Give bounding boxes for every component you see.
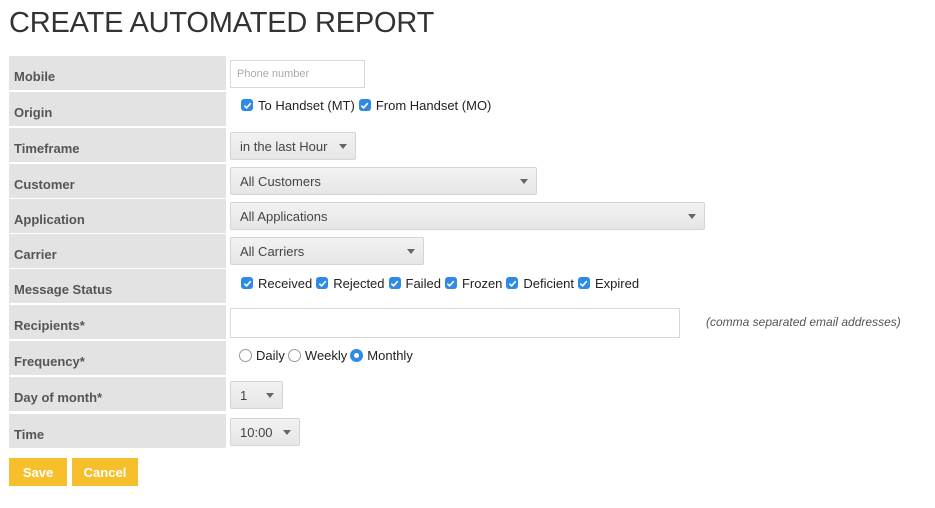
time-label: Time	[9, 414, 226, 448]
checkbox-checked-icon[interactable]	[241, 277, 253, 289]
application-value: All Applications	[240, 208, 328, 224]
recipients-hint: (comma separated email addresses)	[706, 315, 901, 329]
status-received-label: Received	[258, 275, 313, 291]
origin-mt-label: To Handset (MT)	[258, 97, 355, 113]
origin-mo-option[interactable]: From Handset (MO)	[358, 97, 492, 113]
customer-label: Customer	[9, 164, 226, 198]
chevron-down-icon	[283, 430, 291, 435]
page-title: CREATE AUTOMATED REPORT	[9, 7, 435, 39]
status-deficient-option[interactable]: Deficient	[506, 276, 574, 291]
mobile-label: Mobile	[9, 56, 226, 90]
mobile-input[interactable]	[230, 60, 365, 88]
time-value: 10:00	[240, 424, 273, 440]
status-received-option[interactable]: Received	[241, 276, 312, 291]
status-frozen-label: Frozen	[461, 275, 503, 291]
frequency-monthly-label: Monthly	[367, 347, 413, 363]
status-expired-option[interactable]: Expired	[577, 275, 640, 291]
timeframe-label: Timeframe	[9, 128, 226, 162]
application-row: Application All Applications	[9, 199, 929, 233]
checkbox-checked-icon[interactable]	[388, 277, 401, 289]
day-of-month-label: Day of month*	[9, 377, 226, 411]
time-row: Time 10:00	[9, 414, 929, 448]
status-failed-label: Failed	[405, 275, 441, 291]
carrier-row: Carrier All Carriers	[9, 234, 929, 268]
recipients-input[interactable]	[230, 308, 680, 338]
frequency-daily-label: Daily	[256, 347, 285, 363]
carrier-label: Carrier	[9, 234, 226, 268]
timeframe-select[interactable]: in the last Hour	[230, 132, 356, 160]
frequency-weekly-label: Weekly	[304, 347, 348, 363]
chevron-down-icon	[688, 214, 696, 219]
day-of-month-select[interactable]: 1	[230, 381, 283, 409]
carrier-value: All Carriers	[240, 243, 305, 259]
checkbox-checked-icon[interactable]	[241, 99, 253, 111]
checkbox-checked-icon[interactable]	[358, 99, 371, 111]
checkbox-checked-icon[interactable]	[444, 277, 457, 289]
frequency-weekly-option[interactable]: Weekly	[287, 347, 348, 363]
message-status-row: Message Status Received Rejected Failed …	[9, 269, 929, 303]
status-expired-label: Expired	[594, 275, 640, 291]
status-rejected-label: Rejected	[333, 275, 385, 291]
cancel-button[interactable]: Cancel	[72, 458, 138, 486]
customer-select[interactable]: All Customers	[230, 167, 537, 195]
radio-unchecked-icon[interactable]	[287, 348, 301, 362]
time-select[interactable]: 10:00	[230, 418, 300, 446]
radio-unchecked-icon[interactable]	[239, 348, 252, 362]
day-of-month-value: 1	[240, 387, 248, 403]
radio-checked-icon[interactable]	[350, 348, 364, 362]
frequency-monthly-option[interactable]: Monthly	[350, 348, 413, 363]
chevron-down-icon	[339, 144, 347, 149]
status-rejected-option[interactable]: Rejected	[316, 275, 385, 291]
customer-value: All Customers	[240, 173, 321, 189]
frequency-label: Frequency*	[9, 341, 226, 375]
recipients-label: Recipients*	[9, 305, 226, 339]
mobile-row: Mobile	[9, 56, 929, 90]
save-button[interactable]: Save	[9, 458, 67, 486]
application-label: Application	[9, 199, 226, 233]
status-deficient-label: Deficient	[523, 275, 574, 291]
chevron-down-icon	[407, 249, 415, 254]
chevron-down-icon	[520, 179, 528, 184]
status-failed-option[interactable]: Failed	[388, 275, 441, 291]
checkbox-checked-icon[interactable]	[577, 277, 590, 289]
timeframe-value: in the last Hour	[240, 138, 328, 154]
application-select[interactable]: All Applications	[230, 202, 705, 230]
customer-row: Customer All Customers	[9, 164, 929, 198]
frequency-row: Frequency* Daily Weekly Monthly	[9, 341, 929, 375]
origin-mt-option[interactable]: To Handset (MT)	[241, 98, 355, 113]
origin-mo-label: From Handset (MO)	[375, 97, 492, 113]
message-status-label: Message Status	[9, 269, 226, 303]
carrier-select[interactable]: All Carriers	[230, 237, 424, 265]
status-frozen-option[interactable]: Frozen	[444, 275, 503, 291]
recipients-row: Recipients* (comma separated email addre…	[9, 305, 929, 339]
origin-row: Origin To Handset (MT) From Handset (MO)	[9, 92, 929, 126]
origin-label: Origin	[9, 92, 226, 126]
chevron-down-icon	[266, 393, 274, 398]
checkbox-checked-icon[interactable]	[316, 277, 329, 289]
frequency-daily-option[interactable]: Daily	[239, 348, 285, 363]
checkbox-checked-icon[interactable]	[506, 277, 519, 289]
timeframe-row: Timeframe in the last Hour	[9, 128, 929, 162]
day-of-month-row: Day of month* 1	[9, 377, 929, 411]
